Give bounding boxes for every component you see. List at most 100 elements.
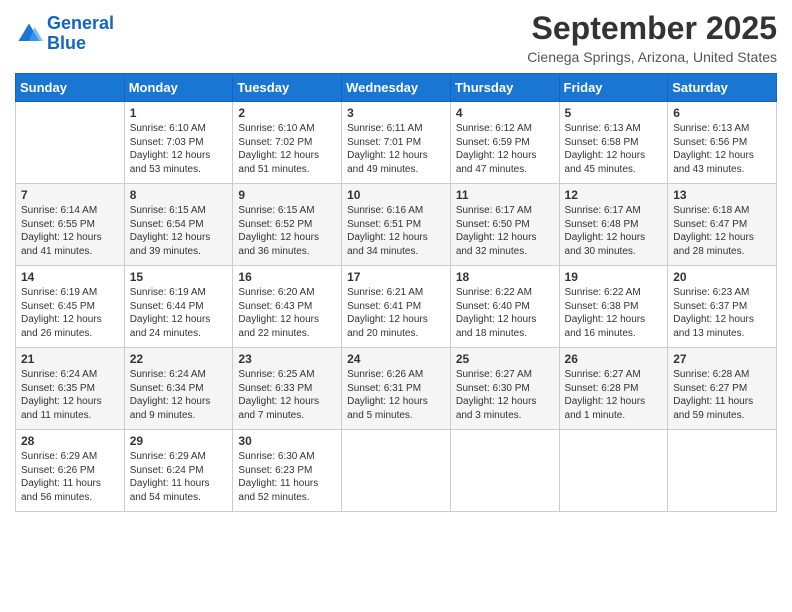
day-cell: 17 Sunrise: 6:21 AMSunset: 6:41 PMDayligh… [342,266,451,348]
day-number: 19 [565,270,663,284]
day-cell [668,430,777,512]
week-row-1: 1 Sunrise: 6:10 AMSunset: 7:03 PMDaylight… [16,102,777,184]
day-number: 15 [130,270,228,284]
day-info: Sunrise: 6:30 AMSunset: 6:23 PMDaylight:… [238,450,336,504]
calendar-header: SundayMondayTuesdayWednesdayThursdayFrid… [16,74,777,102]
calendar-table: SundayMondayTuesdayWednesdayThursdayFrid… [15,73,777,512]
logo: General Blue [15,14,114,54]
day-info: Sunrise: 6:24 AMSunset: 6:34 PMDaylight:… [130,368,228,422]
location: Cienega Springs, Arizona, United States [527,49,777,65]
day-cell: 20 Sunrise: 6:23 AMSunset: 6:37 PMDayligh… [668,266,777,348]
weekday-header-tuesday: Tuesday [233,74,342,102]
day-number: 11 [456,188,554,202]
day-number: 9 [238,188,336,202]
day-number: 25 [456,352,554,366]
day-info: Sunrise: 6:15 AMSunset: 6:54 PMDaylight:… [130,204,228,258]
day-info: Sunrise: 6:13 AMSunset: 6:58 PMDaylight:… [565,122,663,176]
weekday-header-thursday: Thursday [450,74,559,102]
day-number: 4 [456,106,554,120]
day-cell: 27Sunrise: 6:28 AMSunset: 6:27 PMDayligh… [668,348,777,430]
day-number: 10 [347,188,445,202]
logo-text: General Blue [47,14,114,54]
weekday-header-wednesday: Wednesday [342,74,451,102]
day-number: 23 [238,352,336,366]
day-number: 22 [130,352,228,366]
day-number: 27 [673,352,771,366]
page: General Blue September 2025 Cienega Spri… [0,0,792,612]
day-cell: 18 Sunrise: 6:22 AMSunset: 6:40 PMDayligh… [450,266,559,348]
day-cell: 25Sunrise: 6:27 AMSunset: 6:30 PMDayligh… [450,348,559,430]
day-number: 26 [565,352,663,366]
day-info: Sunrise: 6:15 AMSunset: 6:52 PMDaylight:… [238,204,336,258]
day-info: Sunrise: 6:27 AMSunset: 6:28 PMDaylight:… [565,368,663,422]
day-info: Sunrise: 6:29 AMSunset: 6:26 PMDaylight:… [21,450,119,504]
day-number: 21 [21,352,119,366]
day-info: Sunrise: 6:11 AMSunset: 7:01 PMDaylight:… [347,122,445,176]
day-cell [559,430,668,512]
day-number: 5 [565,106,663,120]
day-info: Sunrise: 6:16 AMSunset: 6:51 PMDaylight:… [347,204,445,258]
day-number: 28 [21,434,119,448]
day-info: Sunrise: 6:23 AMSunset: 6:37 PMDaylight:… [673,286,771,340]
day-number: 17 [347,270,445,284]
day-number: 8 [130,188,228,202]
day-cell: 10 Sunrise: 6:16 AMSunset: 6:51 PMDayligh… [342,184,451,266]
day-info: Sunrise: 6:21 AMSunset: 6:41 PMDaylight:… [347,286,445,340]
day-number: 6 [673,106,771,120]
day-cell [342,430,451,512]
day-cell [450,430,559,512]
day-info: Sunrise: 6:18 AMSunset: 6:47 PMDaylight:… [673,204,771,258]
day-info: Sunrise: 6:14 AMSunset: 6:55 PMDaylight:… [21,204,119,258]
day-cell: 5 Sunrise: 6:13 AMSunset: 6:58 PMDaylight… [559,102,668,184]
day-cell: 1 Sunrise: 6:10 AMSunset: 7:03 PMDaylight… [124,102,233,184]
day-info: Sunrise: 6:29 AMSunset: 6:24 PMDaylight:… [130,450,228,504]
day-number: 3 [347,106,445,120]
header: General Blue September 2025 Cienega Spri… [15,10,777,65]
day-number: 20 [673,270,771,284]
title-block: September 2025 Cienega Springs, Arizona,… [527,10,777,65]
day-info: Sunrise: 6:19 AMSunset: 6:44 PMDaylight:… [130,286,228,340]
weekday-header-sunday: Sunday [16,74,125,102]
day-cell: 2Sunrise: 6:10 AMSunset: 7:02 PMDaylight… [233,102,342,184]
day-cell: 9 Sunrise: 6:15 AMSunset: 6:52 PMDaylight… [233,184,342,266]
day-info: Sunrise: 6:20 AMSunset: 6:43 PMDaylight:… [238,286,336,340]
day-number: 1 [130,106,228,120]
day-info: Sunrise: 6:10 AMSunset: 7:02 PMDaylight:… [238,122,336,176]
day-cell: 3 Sunrise: 6:11 AMSunset: 7:01 PMDaylight… [342,102,451,184]
day-cell: 24Sunrise: 6:26 AMSunset: 6:31 PMDayligh… [342,348,451,430]
day-number: 29 [130,434,228,448]
day-cell: 22 Sunrise: 6:24 AMSunset: 6:34 PMDayligh… [124,348,233,430]
day-cell: 30Sunrise: 6:30 AMSunset: 6:23 PMDayligh… [233,430,342,512]
day-cell: 7Sunrise: 6:14 AMSunset: 6:55 PMDaylight… [16,184,125,266]
day-info: Sunrise: 6:22 AMSunset: 6:40 PMDaylight:… [456,286,554,340]
day-number: 12 [565,188,663,202]
day-cell [16,102,125,184]
day-info: Sunrise: 6:19 AMSunset: 6:45 PMDaylight:… [21,286,119,340]
day-cell: 11 Sunrise: 6:17 AMSunset: 6:50 PMDayligh… [450,184,559,266]
day-cell: 8 Sunrise: 6:15 AMSunset: 6:54 PMDaylight… [124,184,233,266]
day-info: Sunrise: 6:26 AMSunset: 6:31 PMDaylight:… [347,368,445,422]
day-info: Sunrise: 6:17 AMSunset: 6:48 PMDaylight:… [565,204,663,258]
day-cell: 15 Sunrise: 6:19 AMSunset: 6:44 PMDayligh… [124,266,233,348]
day-cell: 16 Sunrise: 6:20 AMSunset: 6:43 PMDayligh… [233,266,342,348]
week-row-3: 14Sunrise: 6:19 AMSunset: 6:45 PMDayligh… [16,266,777,348]
week-row-2: 7Sunrise: 6:14 AMSunset: 6:55 PMDaylight… [16,184,777,266]
day-info: Sunrise: 6:17 AMSunset: 6:50 PMDaylight:… [456,204,554,258]
day-info: Sunrise: 6:24 AMSunset: 6:35 PMDaylight:… [21,368,119,422]
day-cell: 6 Sunrise: 6:13 AMSunset: 6:56 PMDaylight… [668,102,777,184]
day-cell: 12 Sunrise: 6:17 AMSunset: 6:48 PMDayligh… [559,184,668,266]
day-info: Sunrise: 6:22 AMSunset: 6:38 PMDaylight:… [565,286,663,340]
day-cell: 14Sunrise: 6:19 AMSunset: 6:45 PMDayligh… [16,266,125,348]
day-cell: 28 Sunrise: 6:29 AMSunset: 6:26 PMDayligh… [16,430,125,512]
day-info: Sunrise: 6:13 AMSunset: 6:56 PMDaylight:… [673,122,771,176]
day-info: Sunrise: 6:10 AMSunset: 7:03 PMDaylight:… [130,122,228,176]
day-cell: 19 Sunrise: 6:22 AMSunset: 6:38 PMDayligh… [559,266,668,348]
day-info: Sunrise: 6:12 AMSunset: 6:59 PMDaylight:… [456,122,554,176]
day-cell: 4 Sunrise: 6:12 AMSunset: 6:59 PMDaylight… [450,102,559,184]
logo-icon [15,20,43,48]
day-cell: 21 Sunrise: 6:24 AMSunset: 6:35 PMDayligh… [16,348,125,430]
day-number: 18 [456,270,554,284]
day-cell: 26 Sunrise: 6:27 AMSunset: 6:28 PMDayligh… [559,348,668,430]
day-cell: 23Sunrise: 6:25 AMSunset: 6:33 PMDayligh… [233,348,342,430]
day-number: 16 [238,270,336,284]
